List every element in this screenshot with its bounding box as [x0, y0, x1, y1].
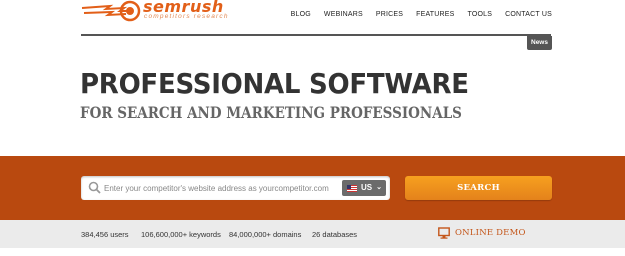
search-band: US ⌄ SEARCH [0, 156, 625, 220]
chevron-down-icon: ⌄ [376, 184, 382, 191]
nav-prices[interactable]: PRICES [376, 11, 403, 18]
search-icon [88, 181, 101, 194]
fireball-logo-icon [81, 0, 141, 22]
stats-bar: 384,456 users 106,600,000+ keywords 84,0… [0, 220, 625, 248]
nav-blog[interactable]: BLOG [291, 11, 311, 18]
page-bottom [0, 248, 625, 256]
search-box: US ⌄ [81, 176, 390, 200]
us-flag-icon [347, 184, 357, 192]
stat-keywords: 106,600,000+ keywords [141, 230, 221, 239]
nav-contact-us[interactable]: CONTACT US [505, 11, 552, 18]
nav-features[interactable]: FEATURES [416, 11, 454, 18]
main-nav: BLOG WEBINARS PRICES FEATURES TOOLS CONT… [278, 11, 552, 18]
online-demo-label: ONLINE DEMO [455, 228, 526, 238]
stat-users: 384,456 users [81, 230, 129, 239]
monitor-icon [438, 227, 450, 239]
country-code: US [361, 183, 373, 192]
stat-domains: 84,000,000+ domains [229, 230, 302, 239]
country-select[interactable]: US ⌄ [342, 180, 386, 196]
online-demo-link[interactable]: ONLINE DEMO [438, 227, 526, 239]
hero-title: PROFESSIONAL SOFTWARE [80, 67, 469, 100]
semrush-logo[interactable]: semrush competitors research [80, 0, 240, 22]
brand-tagline: competitors research [144, 13, 229, 20]
nav-webinars[interactable]: WEBINARS [324, 11, 363, 18]
site-header: semrush competitors research BLOG WEBINA… [0, 0, 625, 54]
search-button[interactable]: SEARCH [405, 176, 552, 200]
hero-subtitle: FOR SEARCH AND MARKETING PROFESSIONALS [80, 103, 462, 122]
news-tab[interactable]: News [527, 36, 552, 50]
nav-tools[interactable]: TOOLS [468, 11, 493, 18]
search-input[interactable] [104, 180, 336, 196]
stat-databases: 26 databases [312, 230, 358, 239]
header-divider [81, 34, 551, 36]
